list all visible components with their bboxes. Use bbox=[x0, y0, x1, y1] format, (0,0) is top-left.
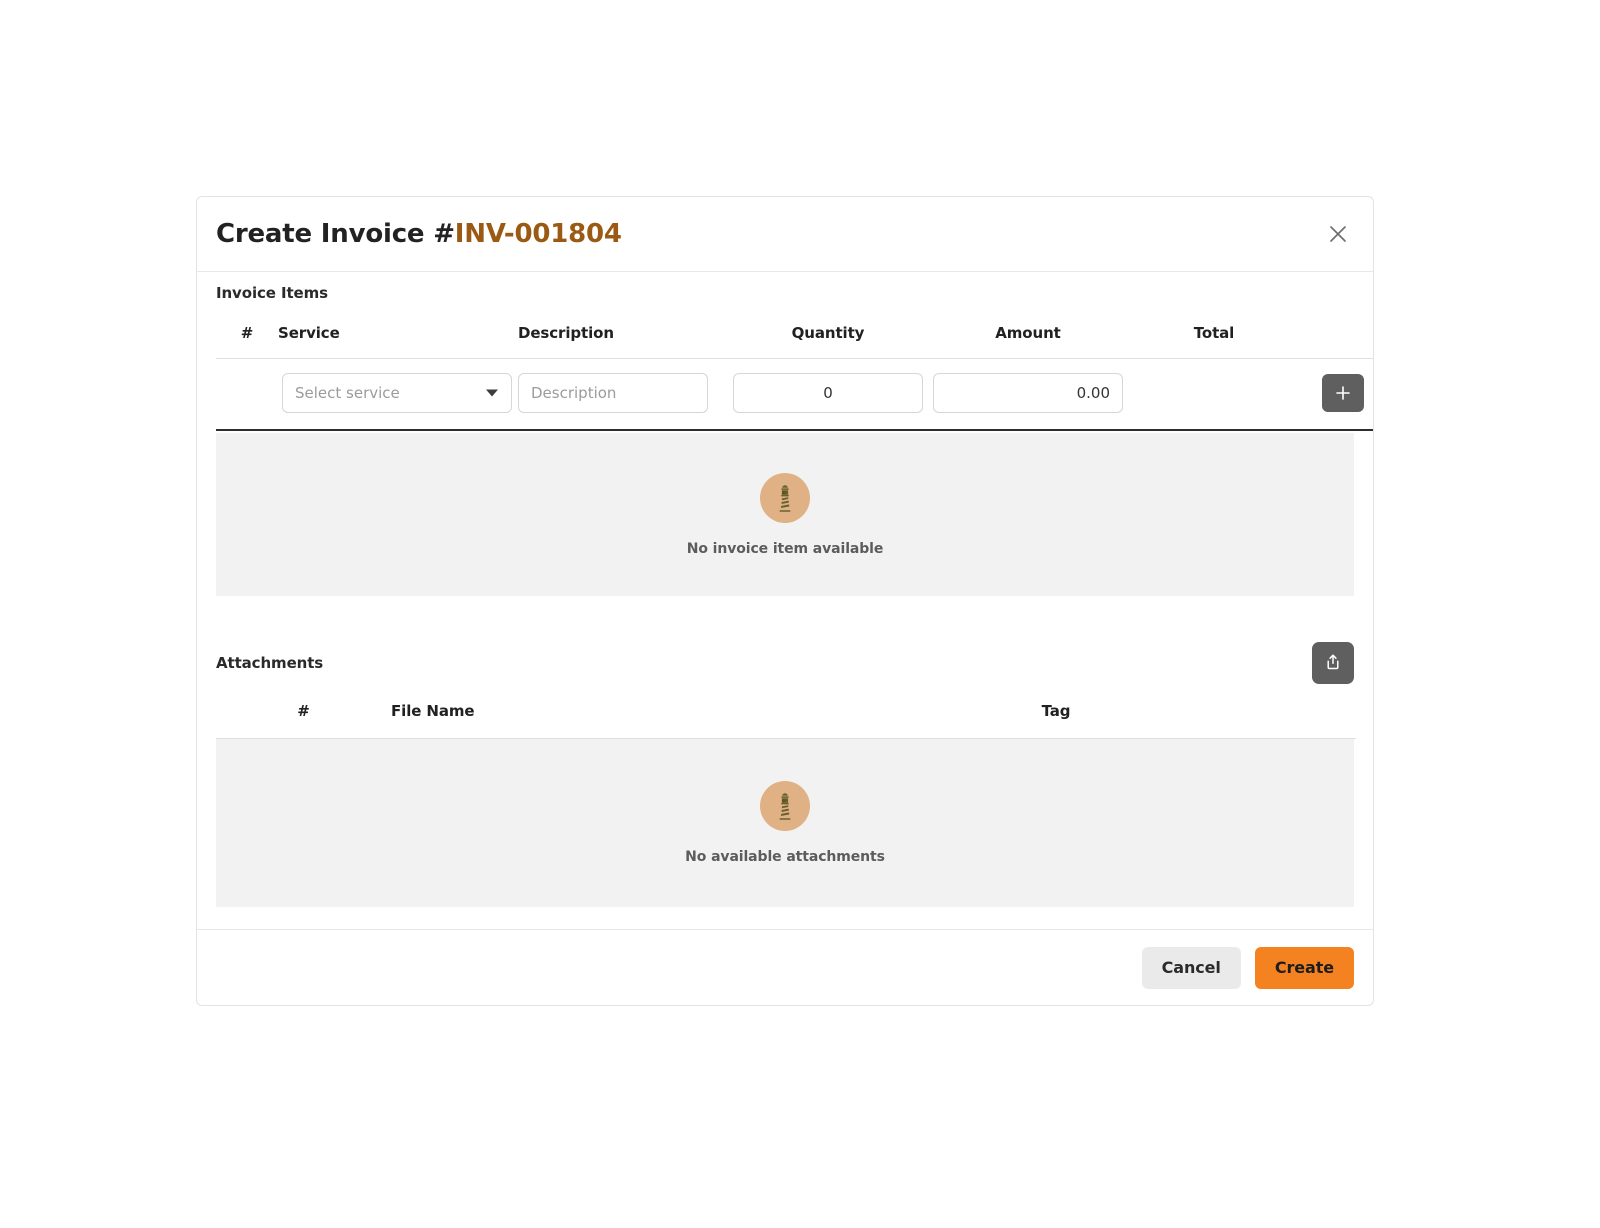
entry-cell-quantity bbox=[728, 358, 928, 431]
create-button[interactable]: Create bbox=[1254, 946, 1354, 989]
lighthouse-icon bbox=[760, 472, 810, 523]
upload-attachment-button[interactable] bbox=[1312, 642, 1354, 684]
add-cell-wrap bbox=[1300, 374, 1373, 412]
attachments-header: Attachments bbox=[216, 642, 1354, 684]
cancel-button[interactable]: Cancel bbox=[1141, 946, 1241, 989]
upload-icon bbox=[1323, 652, 1343, 675]
entry-cell-description bbox=[518, 358, 728, 431]
invoice-items-empty-text: No invoice item available bbox=[686, 540, 884, 557]
column-header-description: Description bbox=[518, 324, 728, 359]
dialog-title: Create Invoice #INV-001804 bbox=[216, 219, 622, 249]
lighthouse-icon bbox=[760, 781, 810, 831]
close-icon bbox=[1327, 223, 1349, 245]
entry-cell-action bbox=[1300, 358, 1373, 431]
attachments-header-row: # File Name Tag bbox=[216, 694, 1356, 739]
service-select-value: Select service bbox=[295, 384, 400, 402]
create-invoice-dialog: Create Invoice #INV-001804 Invoice Items… bbox=[196, 196, 1374, 1006]
column-header-amount: Amount bbox=[928, 324, 1128, 359]
quantity-cell-wrap bbox=[728, 373, 928, 413]
entry-cell-number bbox=[216, 358, 278, 431]
close-button[interactable] bbox=[1322, 218, 1354, 250]
column-header-number: # bbox=[216, 324, 278, 359]
column-header-total: Total bbox=[1128, 324, 1300, 359]
amount-cell-wrap bbox=[928, 373, 1128, 413]
attachments-empty-state: No available attachments bbox=[216, 739, 1354, 907]
quantity-input[interactable] bbox=[733, 373, 923, 413]
service-select[interactable]: Select service bbox=[282, 373, 512, 413]
invoice-items-header-row: # Service Description Quantity Amount To… bbox=[216, 324, 1373, 359]
column-header-action bbox=[1300, 324, 1373, 359]
dialog-header: Create Invoice #INV-001804 bbox=[197, 197, 1373, 272]
invoice-items-table: # Service Description Quantity Amount To… bbox=[216, 324, 1373, 431]
service-select-wrap: Select service bbox=[282, 373, 512, 413]
entry-cell-amount bbox=[928, 358, 1128, 431]
description-input[interactable] bbox=[518, 373, 708, 413]
attachment-column-header-number: # bbox=[216, 694, 391, 739]
entry-cell-service: Select service bbox=[278, 358, 518, 431]
invoice-number: INV-001804 bbox=[454, 219, 622, 249]
entry-cell-total bbox=[1128, 358, 1300, 431]
invoice-item-entry-row: Select service bbox=[216, 358, 1373, 431]
add-invoice-item-button[interactable] bbox=[1321, 374, 1364, 412]
amount-input[interactable] bbox=[933, 373, 1123, 413]
plus-icon bbox=[1334, 384, 1352, 402]
dialog-footer: Cancel Create bbox=[197, 929, 1373, 1005]
attachments-label: Attachments bbox=[216, 654, 324, 672]
attachment-column-header-tag: Tag bbox=[756, 694, 1356, 739]
attachments-table: # File Name Tag bbox=[216, 694, 1356, 739]
column-header-quantity: Quantity bbox=[728, 324, 928, 359]
invoice-items-label: Invoice Items bbox=[216, 284, 328, 302]
dialog-body: Invoice Items # Service Description Quan… bbox=[197, 272, 1373, 929]
attachment-column-header-file-name: File Name bbox=[391, 694, 756, 739]
dialog-title-prefix: Create Invoice # bbox=[216, 219, 455, 249]
invoice-items-empty-state: No invoice item available bbox=[216, 433, 1354, 596]
column-header-service: Service bbox=[278, 324, 518, 359]
attachments-empty-text: No available attachments bbox=[685, 849, 885, 865]
